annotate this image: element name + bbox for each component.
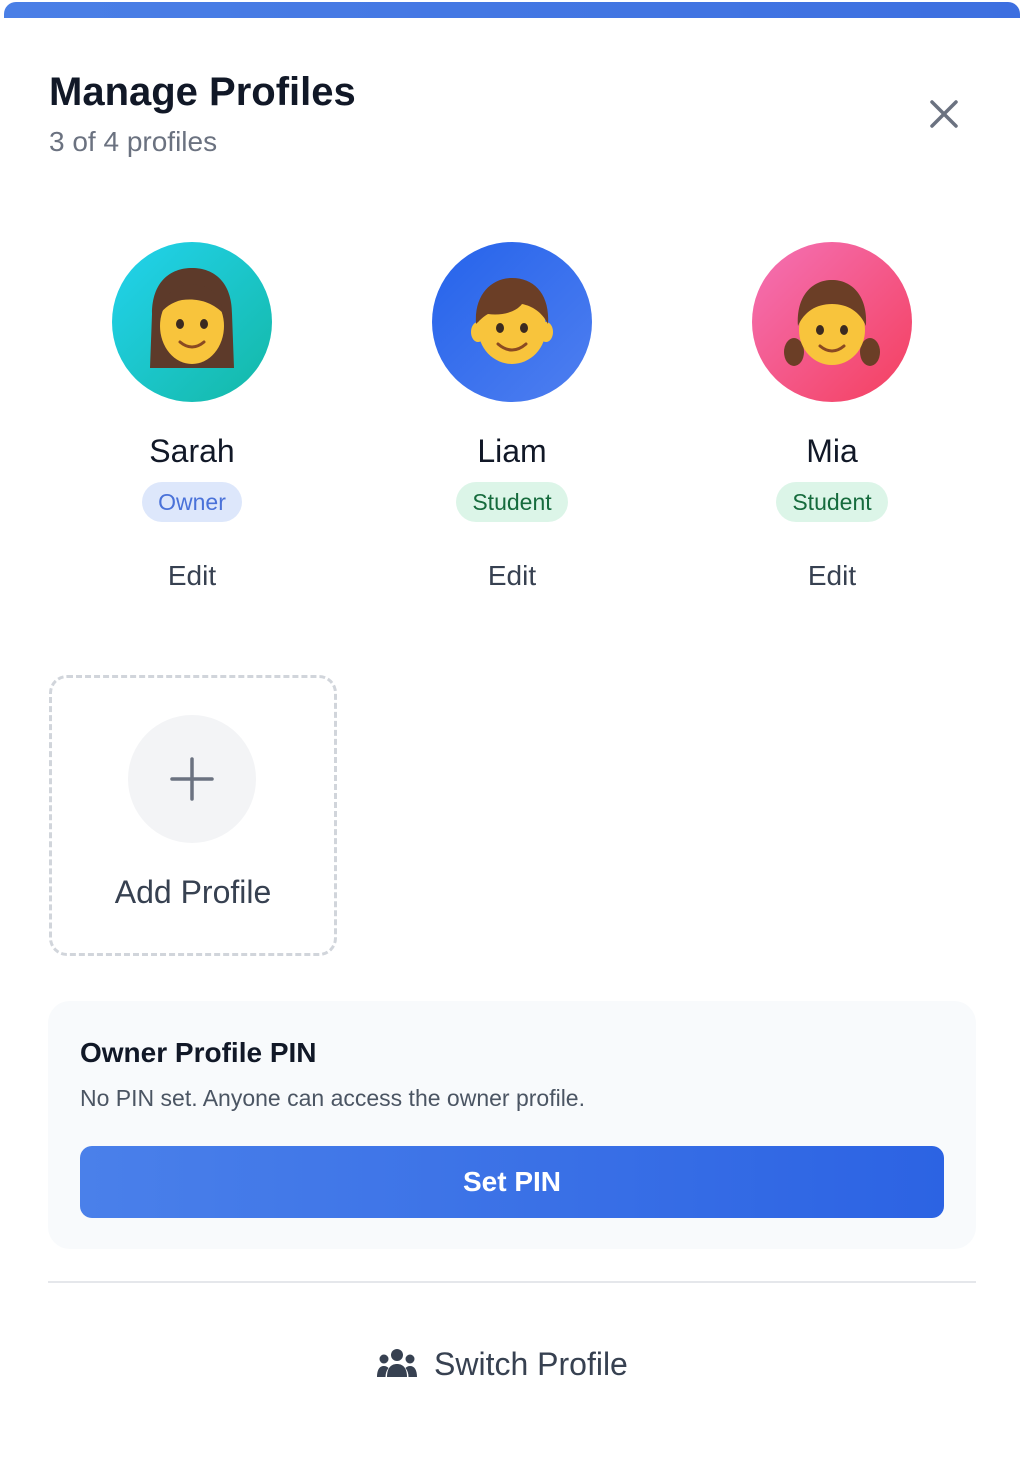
add-profile-button[interactable]: Add Profile bbox=[49, 675, 337, 956]
plus-icon bbox=[170, 757, 214, 801]
role-badge-student: Student bbox=[456, 482, 568, 522]
edit-button-mia[interactable]: Edit bbox=[712, 560, 952, 592]
avatar-mia[interactable] bbox=[752, 242, 912, 402]
avatar-liam[interactable] bbox=[432, 242, 592, 402]
boy-face-icon bbox=[471, 278, 553, 364]
top-accent-bar bbox=[4, 2, 1020, 18]
pin-description: No PIN set. Anyone can access the owner … bbox=[80, 1085, 585, 1111]
footer-divider bbox=[48, 1281, 976, 1283]
role-badge-student: Student bbox=[776, 482, 888, 522]
set-pin-button[interactable]: Set PIN bbox=[80, 1146, 944, 1218]
avatar-sarah[interactable] bbox=[112, 242, 272, 402]
woman-face-icon bbox=[150, 268, 234, 368]
profile-name: Sarah bbox=[149, 433, 235, 469]
close-button[interactable] bbox=[924, 94, 964, 134]
users-icon bbox=[377, 1349, 417, 1377]
role-badge-owner: Owner bbox=[142, 482, 242, 522]
switch-profile-button[interactable]: Switch Profile bbox=[376, 1342, 628, 1386]
add-profile-circle bbox=[128, 715, 256, 843]
profile-name: Liam bbox=[477, 433, 547, 469]
close-icon bbox=[930, 100, 958, 128]
profile-card-liam: Liam Student Edit bbox=[392, 242, 632, 592]
switch-profile-label: Switch Profile bbox=[434, 1345, 628, 1382]
edit-button-sarah[interactable]: Edit bbox=[72, 560, 312, 592]
profile-card-sarah: Sarah Owner Edit bbox=[72, 242, 312, 592]
profile-count: 3 of 4 profiles bbox=[49, 126, 218, 157]
owner-pin-panel: Owner Profile PIN No PIN set. Anyone can… bbox=[48, 1001, 976, 1249]
add-profile-label: Add Profile bbox=[114, 874, 272, 910]
pin-title: Owner Profile PIN bbox=[80, 1037, 317, 1068]
profile-card-mia: Mia Student Edit bbox=[712, 242, 952, 592]
profile-name: Mia bbox=[806, 433, 858, 469]
page-title: Manage Profiles bbox=[49, 70, 356, 114]
edit-button-liam[interactable]: Edit bbox=[392, 560, 632, 592]
girl-face-icon bbox=[784, 280, 880, 366]
